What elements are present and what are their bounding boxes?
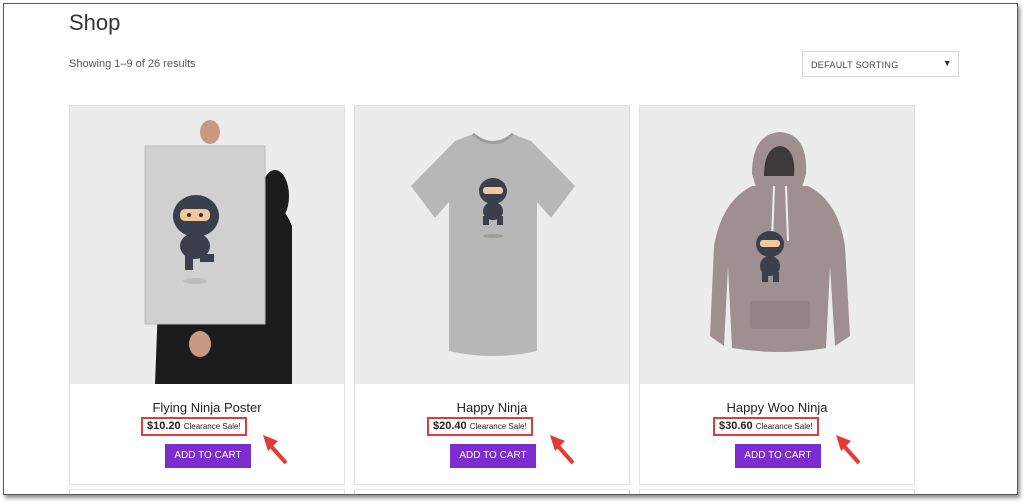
product-card-partial: [354, 489, 630, 494]
caret-down-icon: ▼: [942, 58, 952, 68]
add-to-cart-button[interactable]: ADD TO CART: [450, 444, 536, 468]
sale-label: Clearance Sale!: [755, 422, 813, 431]
product-name[interactable]: Flying Ninja Poster: [70, 400, 344, 415]
annotation-arrow-icon: [836, 435, 861, 465]
price-highlight-box: $20.40 Clearance Sale!: [427, 417, 533, 436]
product-image[interactable]: [640, 106, 914, 384]
product-price: $20.40: [433, 420, 467, 432]
product-image[interactable]: [70, 106, 344, 384]
price-highlight-box: $10.20 Clearance Sale!: [141, 417, 247, 436]
page-title: Shop: [69, 10, 121, 35]
screenshot-frame: Shop Showing 1–9 of 26 results DEFAULT S…: [3, 3, 1018, 495]
annotation-arrow-icon: [263, 435, 288, 465]
product-card: Happy Ninja $20.40 Clearance Sale! ADD T…: [354, 105, 630, 485]
product-image[interactable]: [355, 106, 629, 384]
add-to-cart-button[interactable]: ADD TO CART: [165, 444, 251, 468]
sale-label: Clearance Sale!: [183, 422, 241, 431]
result-count: Showing 1–9 of 26 results: [69, 58, 196, 70]
product-price: $10.20: [147, 420, 181, 432]
product-card-partial: [639, 489, 915, 494]
sale-label: Clearance Sale!: [469, 422, 527, 431]
product-card: Happy Woo Ninja $30.60 Clearance Sale! A…: [639, 105, 915, 485]
product-card: Flying Ninja Poster $10.20 Clearance Sal…: [69, 105, 345, 485]
price-highlight-box: $30.60 Clearance Sale!: [713, 417, 819, 436]
add-to-cart-button[interactable]: ADD TO CART: [735, 444, 821, 468]
product-name[interactable]: Happy Woo Ninja: [640, 400, 914, 415]
product-card-partial: [69, 489, 345, 494]
sorting-selected-value: DEFAULT SORTING: [811, 60, 899, 70]
product-name[interactable]: Happy Ninja: [355, 400, 629, 415]
sorting-select[interactable]: DEFAULT SORTING ▼: [802, 51, 959, 77]
product-price: $30.60: [719, 420, 753, 432]
annotation-arrow-icon: [550, 435, 575, 465]
